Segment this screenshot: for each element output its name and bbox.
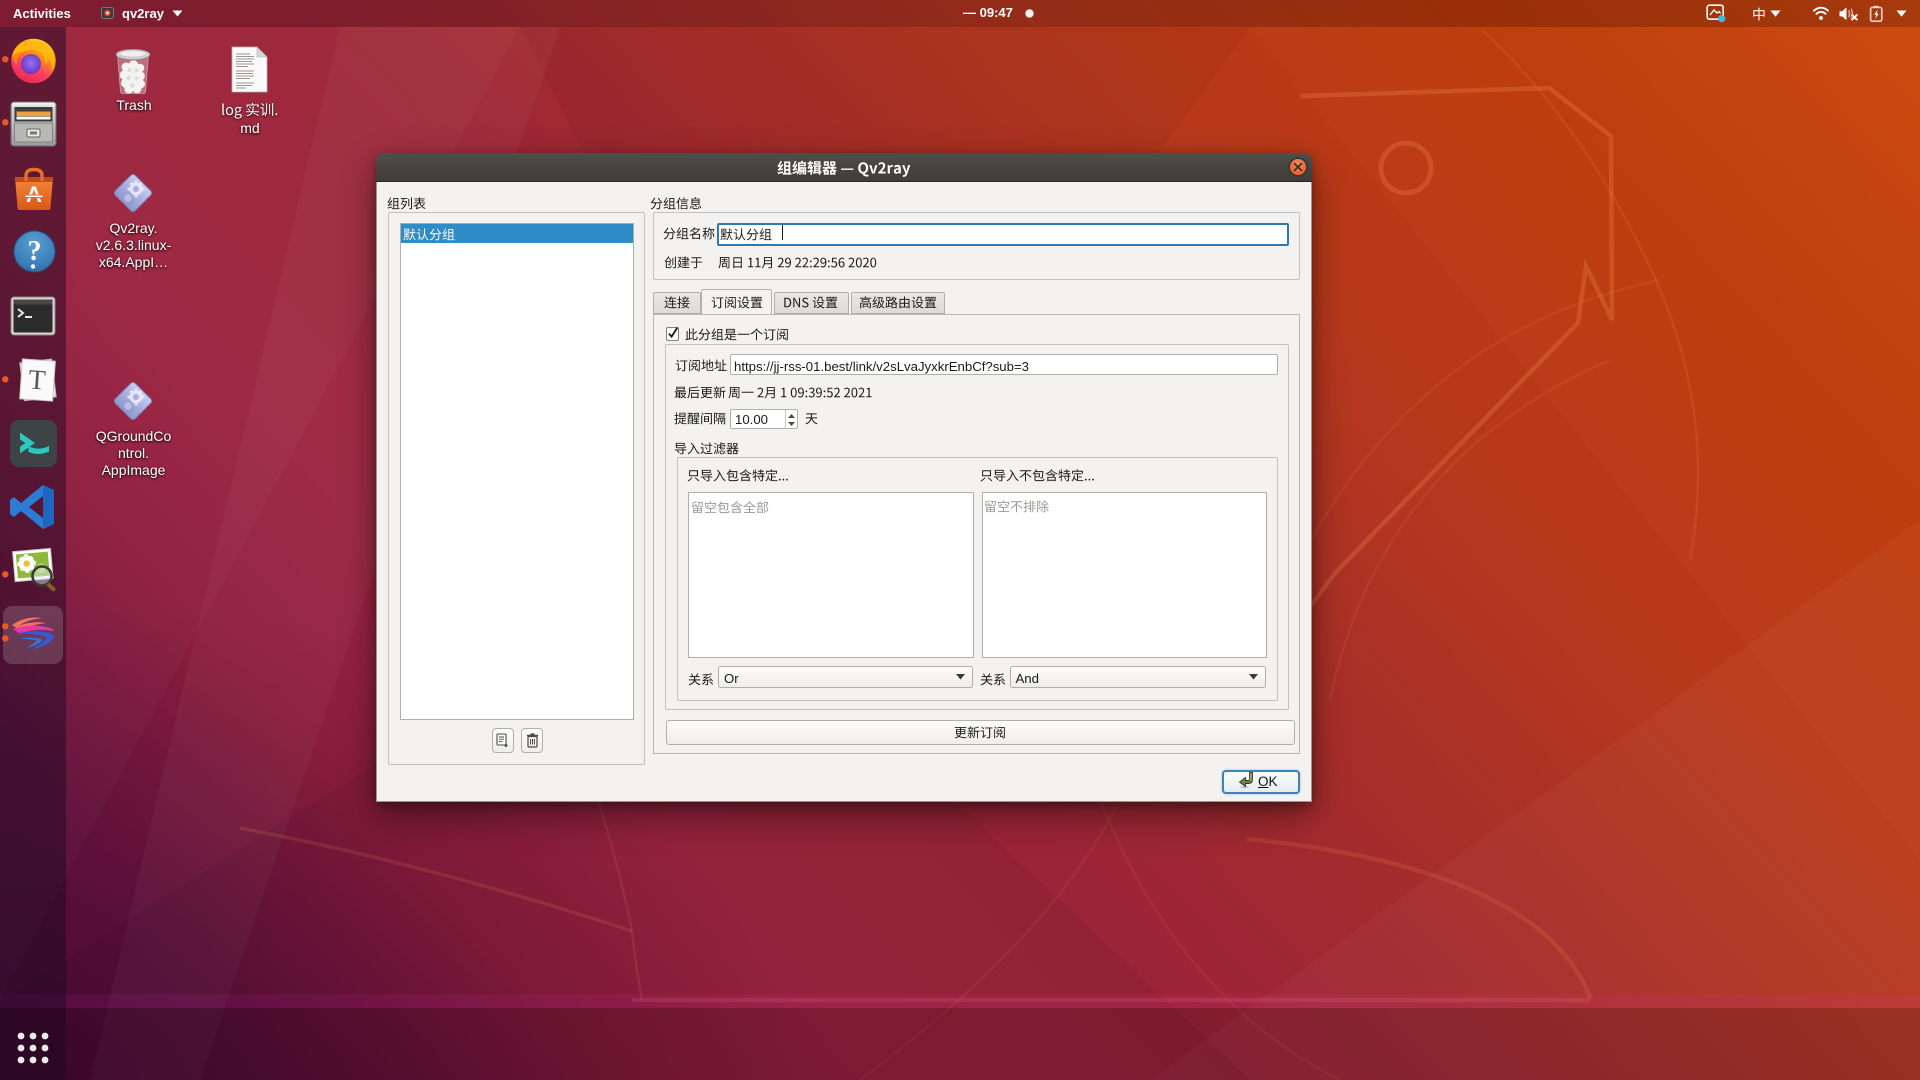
svg-text:T: T (27, 364, 46, 396)
svg-text:?: ? (28, 236, 42, 267)
